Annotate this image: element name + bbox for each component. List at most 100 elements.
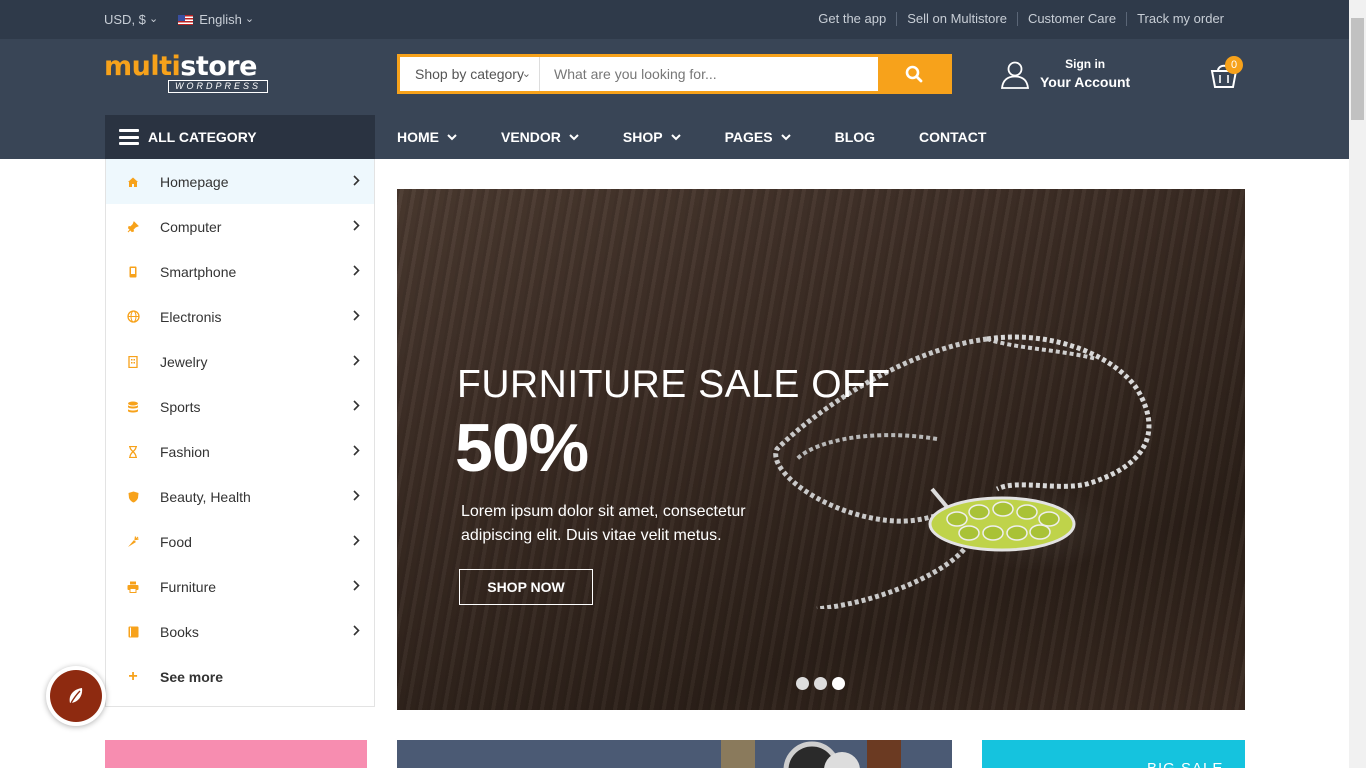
search-input[interactable]	[540, 57, 878, 91]
category-select-label: Shop by category	[415, 66, 524, 82]
nav-item-pages[interactable]: PAGES	[725, 129, 791, 145]
hero-description: Lorem ipsum dolor sit amet, consectetur …	[461, 503, 746, 544]
sidebar-item-beauty-health[interactable]: Beauty, Health	[106, 474, 374, 519]
header: multistore WORDPRESS Shop by category ⌄ …	[0, 39, 1349, 115]
logo[interactable]: multistore WORDPRESS	[104, 51, 269, 93]
nav-label: BLOG	[834, 129, 876, 145]
your-account-label: Your Account	[1040, 74, 1131, 90]
printer-icon	[126, 580, 140, 594]
slider-dot-active[interactable]	[832, 677, 845, 690]
main-menu: HOME VENDOR SHOP PAGES BLOG CONTACT	[397, 115, 1030, 159]
nav-item-contact[interactable]: CONTACT	[919, 129, 986, 145]
sidebar-item-books[interactable]: Books	[106, 609, 374, 654]
big-sale-text: BIG SALE	[1147, 760, 1223, 768]
chat-widget-button[interactable]	[46, 666, 106, 726]
chevron-right-icon	[353, 490, 360, 501]
chevron-right-icon	[353, 265, 360, 276]
sidebar-item-label: Books	[160, 623, 199, 640]
promo-banner-right[interactable]: BIG SALE	[982, 740, 1245, 768]
category-sidebar: Homepage Computer Smartphone Electronis …	[105, 159, 375, 707]
sidebar-item-electronis[interactable]: Electronis	[106, 294, 374, 339]
nav-item-shop[interactable]: SHOP	[623, 129, 681, 145]
hero-slider[interactable]: FURNITURE SALE OFF 50% Lorem ipsum dolor…	[397, 189, 1245, 710]
watches-image	[721, 740, 901, 768]
page-scrollbar[interactable]	[1349, 0, 1366, 768]
promo-banner-center[interactable]	[397, 740, 952, 768]
search-button[interactable]	[878, 57, 949, 91]
nav-item-blog[interactable]: BLOG	[835, 129, 875, 145]
sidebar-item-food[interactable]: Food	[106, 519, 374, 564]
search-bar: Shop by category ⌄	[397, 54, 952, 94]
sidebar-item-label: Jewelry	[160, 353, 208, 370]
sidebar-item-jewelry[interactable]: Jewelry	[106, 339, 374, 384]
hero-discount: 50%	[455, 410, 589, 486]
sidebar-item-label: Furniture	[160, 578, 217, 595]
sign-in-label: Sign in	[1065, 57, 1106, 71]
chevron-right-icon	[353, 175, 360, 186]
sidebar-item-fashion[interactable]: Fashion	[106, 429, 374, 474]
sidebar-item-furniture[interactable]: Furniture	[106, 564, 374, 609]
building-icon	[126, 355, 140, 369]
chevron-right-icon	[353, 400, 360, 411]
logo-text-a: multi	[104, 51, 181, 82]
shop-now-button[interactable]: SHOP NOW	[459, 569, 593, 605]
see-more-link[interactable]: + See more	[106, 654, 374, 699]
carrot-icon	[126, 535, 140, 549]
nav-item-vendor[interactable]: VENDOR	[501, 129, 579, 145]
logo-text-b: store	[180, 51, 257, 82]
cart-button[interactable]: 0	[1209, 56, 1243, 94]
chevron-down-icon	[569, 133, 579, 140]
hamburger-icon	[119, 129, 139, 145]
language-selector[interactable]: English	[178, 12, 254, 27]
promo-banner-left[interactable]	[105, 740, 367, 768]
nav-label: CONTACT	[919, 129, 987, 145]
hourglass-icon	[126, 445, 140, 459]
sidebar-item-label: Beauty, Health	[160, 488, 251, 505]
sidebar-item-homepage[interactable]: Homepage	[106, 159, 374, 204]
sidebar-item-smartphone[interactable]: Smartphone	[106, 249, 374, 294]
nav-label: SHOP	[622, 129, 663, 145]
chevron-down-icon	[447, 133, 457, 140]
nav-label: VENDOR	[501, 129, 561, 145]
sidebar-item-label: Sports	[160, 398, 201, 415]
cart-count-badge: 0	[1225, 56, 1243, 74]
user-icon	[1000, 61, 1030, 89]
nav-bar: ALL CATEGORY HOME VENDOR SHOP PAGES BLOG…	[0, 115, 1349, 159]
sidebar-item-label: Homepage	[160, 173, 229, 190]
chevron-right-icon	[353, 580, 360, 591]
chevron-down-icon	[780, 133, 791, 140]
nav-label: HOME	[397, 129, 439, 145]
sell-link[interactable]: Sell on Multistore	[896, 12, 1017, 26]
search-icon	[905, 65, 922, 83]
language-label: English	[199, 12, 242, 27]
chevron-down-icon	[670, 133, 681, 140]
sidebar-item-label: Food	[160, 533, 192, 550]
chevron-right-icon	[353, 310, 360, 321]
customer-care-link[interactable]: Customer Care	[1016, 12, 1126, 26]
database-icon	[126, 400, 140, 414]
all-category-toggle[interactable]: ALL CATEGORY	[105, 115, 375, 159]
slider-dot[interactable]	[814, 677, 827, 690]
get-app-link[interactable]: Get the app	[808, 12, 896, 26]
chevron-right-icon	[353, 445, 360, 456]
slider-dot[interactable]	[796, 677, 809, 690]
sidebar-item-computer[interactable]: Computer	[106, 204, 374, 249]
smartphone-icon	[126, 265, 140, 279]
pin-icon	[126, 220, 140, 234]
chevron-right-icon	[353, 220, 360, 231]
plus-icon: +	[128, 667, 138, 685]
chevron-right-icon	[353, 355, 360, 366]
track-order-link[interactable]: Track my order	[1126, 12, 1234, 26]
scrollbar-thumb[interactable]	[1351, 18, 1364, 120]
nav-item-home[interactable]: HOME	[397, 129, 457, 145]
category-select[interactable]: Shop by category ⌄	[400, 57, 540, 91]
sidebar-item-label: Fashion	[160, 443, 210, 460]
account-link[interactable]: Sign in Your Account	[1000, 57, 1130, 90]
globe-icon	[126, 310, 140, 324]
chevron-right-icon	[353, 625, 360, 636]
see-more-label: See more	[160, 668, 224, 685]
nav-label: PAGES	[724, 129, 773, 145]
sidebar-item-sports[interactable]: Sports	[106, 384, 374, 429]
sidebar-item-label: Computer	[160, 218, 222, 235]
currency-selector[interactable]: USD, $	[104, 12, 158, 27]
